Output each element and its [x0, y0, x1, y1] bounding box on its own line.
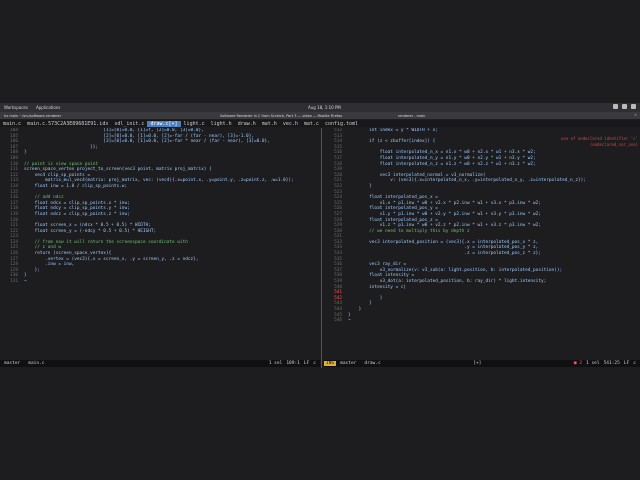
code-text: .z = interpolated_pos_z * z};: [348, 251, 541, 257]
code-text: float interpolated_n_z = n1.z * w0 + n2.…: [348, 161, 536, 167]
editor-pane-left[interactable]: 104 [1]=[0]=0.0, [1]=f, [2]=0.0, [3]=0.0…: [0, 128, 320, 360]
buffer-tab[interactable]: main.c.573C2A3E89681E91.idx: [24, 121, 111, 127]
line-ending: LF: [303, 361, 310, 366]
code-text: ~: [348, 318, 351, 324]
window-title-left-text: hx main ~/src/software-renderer: [4, 113, 62, 118]
buffer-tab[interactable]: vec.h: [280, 121, 301, 127]
buffer-tab[interactable]: main.c: [0, 121, 24, 127]
window-title-right[interactable]: renderer - main ✕: [394, 112, 640, 119]
workspaces-button[interactable]: Workspaces: [0, 105, 32, 110]
git-branch: master: [340, 361, 357, 366]
buffer-tab-bar: main.c main.c.573C2A3E89681E91.idx sdl_ini…: [0, 120, 640, 127]
clock[interactable]: Aug 18, 1:10 PM: [308, 105, 341, 110]
diagnostic-line: (undeclared_var_use): [589, 141, 638, 147]
code-text: float inw = 1.0 / clip_sp_points.w;: [24, 183, 128, 189]
error-count[interactable]: ■ 2: [574, 361, 586, 366]
modified-flag: [+]: [473, 361, 482, 366]
code-text: }: [348, 183, 372, 189]
code-text: float screen_y = (-ndcy * 0.5 + 0.5) * H…: [24, 228, 157, 234]
code-text: // we need to multiply this by depth z: [348, 228, 470, 234]
code-text: intensity = c|: [348, 284, 407, 290]
status-filename: draw.c: [364, 361, 381, 366]
status-bar-right: INS master draw.c [+] ■ 2 1 sel 541:25 L…: [324, 360, 640, 367]
volume-icon[interactable]: [622, 104, 627, 109]
network-icon[interactable]: [613, 104, 618, 109]
buffer-tab[interactable]: draw.c[+]: [147, 120, 181, 127]
buffer-tab[interactable]: draw.h: [235, 121, 259, 127]
buffer-tab[interactable]: config.toml: [322, 121, 361, 127]
cursor-position: 109:1: [286, 361, 300, 366]
git-branch: master: [4, 361, 21, 366]
window-title-browser[interactable]: Software Renderer in C from Scratch, Par…: [216, 112, 394, 119]
buffer-tab[interactable]: light.c: [181, 121, 208, 127]
diagnostic-messages: use of undeclared identifier 'c' (undecl…: [561, 136, 638, 147]
buffer-tab[interactable]: mat.c: [301, 121, 322, 127]
selection-count: 1 sel: [268, 361, 283, 366]
code-text: }};: [24, 144, 99, 150]
system-tray: [613, 104, 636, 109]
buffer-tab[interactable]: light.h: [208, 121, 235, 127]
applications-button[interactable]: Applications: [32, 105, 64, 110]
pane-divider[interactable]: [321, 128, 322, 368]
language: c: [313, 361, 316, 366]
code-text: v: (vec3){.x=interpolated_n_x, .y=interp…: [348, 178, 586, 184]
cursor-position: 541:25: [603, 361, 620, 366]
mode-indicator: INS: [324, 361, 337, 366]
code-line[interactable]: 546 ~: [324, 318, 640, 324]
code-line[interactable]: 131 ~: [0, 279, 320, 285]
status-bar-left: master main.c 1 sel 109:1 LF c: [0, 360, 320, 367]
code-text: int index = y * WIDTH + x;: [348, 128, 438, 133]
buffer-tab[interactable]: mat.h: [259, 121, 280, 127]
line-number: 131: [10, 279, 18, 285]
selection-count: 1 sel: [586, 361, 600, 366]
close-icon[interactable]: ✕: [634, 113, 637, 117]
buffer-tab[interactable]: sdl_init.c: [111, 121, 147, 127]
power-icon[interactable]: [631, 104, 636, 109]
editor-pane-right[interactable]: use of undeclared identifier 'c' (undecl…: [324, 128, 640, 360]
line-ending: LF: [623, 361, 630, 366]
line-number: 546: [334, 318, 342, 324]
status-filename: main.c: [28, 361, 45, 366]
system-taskbar: Workspaces Applications Aug 18, 1:10 PM: [0, 103, 640, 112]
language: c: [633, 361, 636, 366]
code-text: ~: [24, 279, 27, 285]
code-text: }: [24, 150, 27, 156]
window-title-right-text: renderer - main: [398, 113, 426, 118]
code-text: float ndcz = clip_sp_points.z * inw;: [24, 211, 130, 217]
window-title-browser-text: Software Renderer in C from Scratch, Par…: [220, 113, 343, 118]
code-text: if (z < zbuffer[index]) {: [348, 139, 436, 145]
diagnostic-line: use of undeclared identifier 'c': [560, 136, 638, 141]
